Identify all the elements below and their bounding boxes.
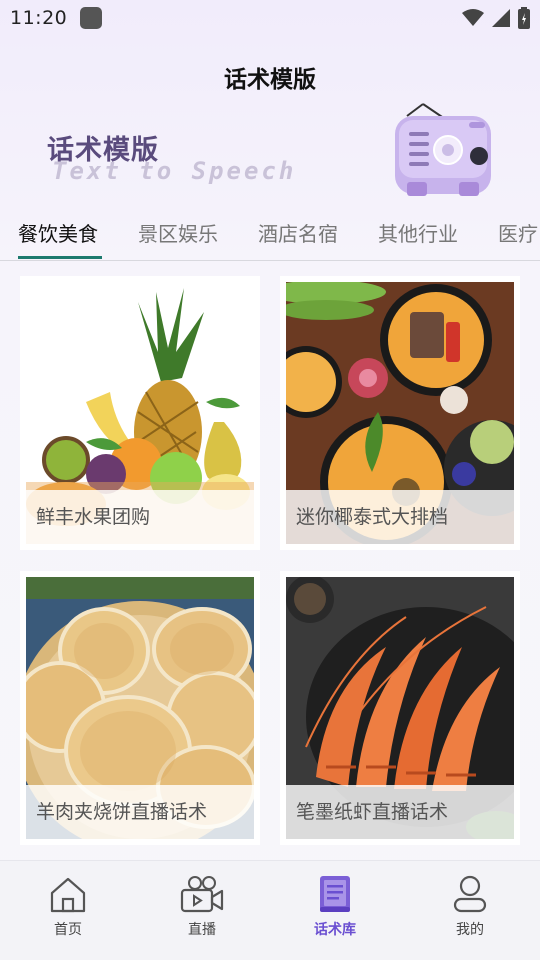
nav-home[interactable]: 首页 (18, 875, 118, 939)
page-title: 话术模版 (224, 67, 316, 93)
banner: 话术模版 Text to Speech (0, 100, 540, 200)
template-card[interactable]: 羊肉夹烧饼直播话术 (20, 571, 260, 845)
radio-icon (395, 103, 491, 196)
nav-script-library-label: 话术库 (314, 922, 356, 938)
video-camera-icon (180, 876, 224, 913)
book-icon (320, 876, 350, 912)
card-image-fruit: 鲜丰水果团购 (26, 282, 254, 544)
tab-other-industries[interactable]: 其他行业 (378, 218, 458, 247)
tab-indicator (18, 256, 102, 259)
status-bar: 11:20 (0, 0, 540, 36)
user-icon (453, 875, 487, 913)
banner-subtitle: Text to Speech (52, 157, 297, 185)
tab-scenic-entertainment[interactable]: 景区娱乐 (138, 218, 218, 247)
card-title: 迷你椰泰式大排档 (286, 490, 514, 544)
nav-profile[interactable]: 我的 (420, 875, 520, 939)
nav-script-library[interactable]: 话术库 (285, 875, 385, 939)
battery-icon (518, 7, 530, 29)
tab-medical[interactable]: 医疗 (498, 218, 538, 247)
category-tabs: 餐饮美食 景区娱乐 酒店名宿 其他行业 医疗 (0, 213, 540, 261)
card-image-thai-curry: 迷你椰泰式大排档 (286, 282, 514, 544)
tab-hotel[interactable]: 酒店名宿 (258, 218, 338, 247)
nav-live-label: 直播 (188, 922, 216, 938)
app-notification-icon (80, 7, 102, 29)
card-title: 鲜丰水果团购 (26, 490, 254, 544)
card-image-grilled-prawns: 笔墨纸虾直播话术 (286, 577, 514, 839)
status-indicators (462, 7, 530, 29)
nav-home-label: 首页 (54, 922, 82, 938)
home-icon (50, 877, 86, 913)
card-title: 笔墨纸虾直播话术 (286, 785, 514, 839)
signal-icon (492, 9, 510, 27)
wifi-icon (462, 9, 484, 26)
nav-live[interactable]: 直播 (152, 875, 252, 939)
nav-profile-label: 我的 (456, 922, 484, 938)
template-card[interactable]: 笔墨纸虾直播话术 (280, 571, 520, 845)
tab-food[interactable]: 餐饮美食 (18, 218, 98, 247)
bottom-nav: 首页 直播 话术库 我的 (0, 860, 540, 960)
status-time: 11:20 (10, 7, 68, 29)
card-title: 羊肉夹烧饼直播话术 (26, 785, 254, 839)
card-image-sesame-flatbread: 羊肉夹烧饼直播话术 (26, 577, 254, 839)
template-card[interactable]: 迷你椰泰式大排档 (280, 276, 520, 550)
template-card[interactable]: 鲜丰水果团购 (20, 276, 260, 550)
